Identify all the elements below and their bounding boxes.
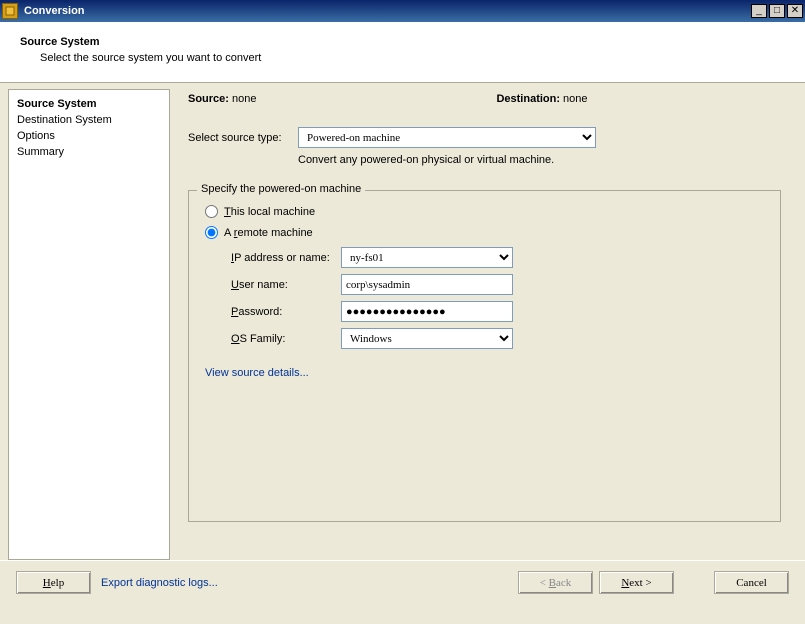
sidebar-item-summary[interactable]: Summary xyxy=(17,144,161,160)
source-label: Source: xyxy=(188,93,229,105)
page-title: Source System xyxy=(20,36,785,48)
minimize-button[interactable]: _ xyxy=(751,4,767,18)
page-subtitle: Select the source system you want to con… xyxy=(20,52,785,64)
maximize-button[interactable]: □ xyxy=(769,4,785,18)
source-type-dropdown[interactable]: Powered-on machine xyxy=(298,127,596,148)
view-source-details-link[interactable]: View source details... xyxy=(205,367,309,379)
username-input[interactable] xyxy=(341,274,513,295)
radio-remote-label[interactable]: A remote machine xyxy=(224,227,313,239)
fieldset-legend: Specify the powered-on machine xyxy=(197,183,365,195)
radio-local-machine[interactable] xyxy=(205,205,218,218)
powered-on-fieldset: Specify the powered-on machine This loca… xyxy=(188,190,781,522)
radio-remote-machine[interactable] xyxy=(205,226,218,239)
wizard-sidebar: Source System Destination System Options… xyxy=(8,89,170,560)
ip-address-combo[interactable]: ny-fs01 xyxy=(341,247,513,268)
source-dest-summary: Source: none Destination: none xyxy=(188,93,781,105)
help-button[interactable]: Help xyxy=(16,571,91,594)
source-type-label: Select source type: xyxy=(188,132,298,144)
os-family-label: OS Family: xyxy=(231,333,341,345)
os-family-dropdown[interactable]: Windows xyxy=(341,328,513,349)
wizard-header: Source System Select the source system y… xyxy=(0,22,805,83)
username-label: User name: xyxy=(231,279,341,291)
destination-value: none xyxy=(563,93,587,105)
password-label: Password: xyxy=(231,306,341,318)
radio-local-label[interactable]: This local machine xyxy=(224,206,315,218)
back-button: < Back xyxy=(518,571,593,594)
source-type-hint: Convert any powered-on physical or virtu… xyxy=(298,154,781,166)
cancel-button[interactable]: Cancel xyxy=(714,571,789,594)
app-icon xyxy=(2,3,18,19)
source-value: none xyxy=(232,93,256,105)
ip-label: IP address or name: xyxy=(231,252,341,264)
titlebar: Conversion _ □ ✕ xyxy=(0,0,805,22)
wizard-footer: Help Export diagnostic logs... < Back Ne… xyxy=(0,560,805,604)
window-title: Conversion xyxy=(22,5,751,17)
export-diagnostic-link[interactable]: Export diagnostic logs... xyxy=(101,577,218,589)
password-input[interactable] xyxy=(341,301,513,322)
sidebar-item-options[interactable]: Options xyxy=(17,128,161,144)
destination-label: Destination: xyxy=(496,93,560,105)
sidebar-item-source-system[interactable]: Source System xyxy=(17,96,161,112)
main-panel: Source: none Destination: none Select so… xyxy=(170,89,797,560)
sidebar-item-destination-system[interactable]: Destination System xyxy=(17,112,161,128)
close-button[interactable]: ✕ xyxy=(787,4,803,18)
next-button[interactable]: Next > xyxy=(599,571,674,594)
